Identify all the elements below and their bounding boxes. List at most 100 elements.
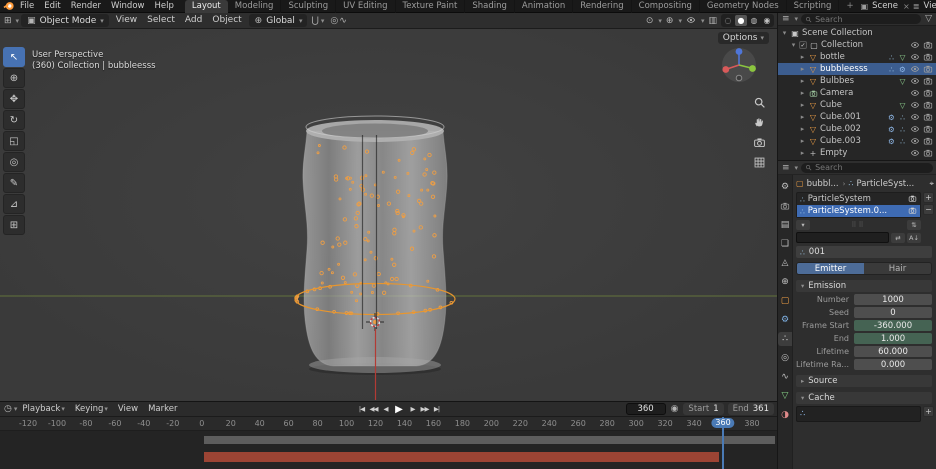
disclosure-icon[interactable]: ▸ <box>799 149 806 157</box>
properties-tab-modifiers[interactable]: ⚙ <box>778 313 792 327</box>
jump-to-start-button[interactable]: |◀ <box>356 403 367 415</box>
workspace-tab-animation[interactable]: Animation <box>515 0 574 13</box>
ruler-tick-300[interactable]: 300 <box>629 419 644 429</box>
gizmos-icon[interactable]: ⊕ <box>665 16 675 26</box>
timeline-menu-view[interactable]: View <box>113 403 143 416</box>
timeline-menu-keying[interactable]: Keying▾ <box>70 403 113 416</box>
workspace-tab-rendering[interactable]: Rendering <box>573 0 632 13</box>
camera-icon[interactable] <box>922 52 933 62</box>
timeline-menu-marker[interactable]: Marker <box>143 403 182 416</box>
outliner-editor-type-icon[interactable]: ≡ <box>781 14 791 24</box>
property-value-field[interactable]: -360.000 <box>854 320 932 331</box>
ruler-tick--20[interactable]: -20 <box>166 419 179 429</box>
properties-tab-view-layer[interactable]: ❏ <box>778 237 792 251</box>
zoom-icon[interactable] <box>752 95 766 109</box>
viewport-menu-select[interactable]: Select <box>142 14 180 27</box>
tool-move[interactable]: ✥ <box>3 89 25 109</box>
tool-select-box[interactable]: ↖ <box>3 47 25 67</box>
property-value-field[interactable]: 1000 <box>854 294 932 305</box>
play-button[interactable]: ▶ <box>392 403 406 415</box>
disclosure-icon[interactable]: ▸ <box>799 113 806 121</box>
properties-tab-scene[interactable]: ◬ <box>778 256 792 270</box>
ruler-tick-120[interactable]: 120 <box>368 419 383 429</box>
ruler-tick-20[interactable]: 20 <box>226 419 236 429</box>
outliner-row-bottle[interactable]: ▸ ▽ bottle ∴ ▽ <box>778 51 936 63</box>
collection-checkbox[interactable]: ✓ <box>799 41 807 49</box>
breadcrumb-object[interactable]: bubbl... <box>807 179 839 189</box>
disclosure-icon[interactable]: ▸ <box>799 89 806 97</box>
hair-button[interactable]: Hair <box>864 263 931 274</box>
toggle-ortho-icon[interactable] <box>752 155 766 169</box>
transform-orientation-dropdown[interactable]: ⊕ Global ▾ <box>248 14 308 27</box>
camera-icon[interactable] <box>922 40 933 50</box>
disclosure-icon[interactable]: ▸ <box>799 53 806 61</box>
blender-logo-icon[interactable] <box>3 1 15 12</box>
disclosure-icon[interactable]: ▸ <box>799 65 806 73</box>
object-visibility-icon[interactable]: ⊙ <box>645 16 655 26</box>
workspace-tab-geometry-nodes[interactable]: Geometry Nodes <box>700 0 787 13</box>
viewport-menu-add[interactable]: Add <box>180 14 207 27</box>
ruler-tick--100[interactable]: -100 <box>48 419 66 429</box>
emitter-button[interactable]: Emitter <box>797 263 864 274</box>
current-frame-field[interactable]: 360 <box>625 403 666 415</box>
camera-icon[interactable] <box>922 124 933 134</box>
property-value-field[interactable]: 1.000 <box>854 333 932 344</box>
editor-type-icon[interactable]: ⊞ <box>3 16 13 26</box>
tool-add-cube[interactable]: ⊞ <box>3 215 25 235</box>
ruler-tick-100[interactable]: 100 <box>339 419 354 429</box>
workspace-tab-layout[interactable]: Layout <box>184 0 228 13</box>
outliner-row-cube-003[interactable]: ▸ ▽ Cube.003 ⚙ ∴ <box>778 135 936 147</box>
prev-frame-button[interactable]: ◀ <box>380 403 391 415</box>
menu-render[interactable]: Render <box>66 0 106 13</box>
menu-window[interactable]: Window <box>106 0 150 13</box>
properties-editor-type-icon[interactable]: ≡ <box>781 163 791 173</box>
tool-cursor[interactable]: ⊕ <box>3 68 25 88</box>
outliner-row-cube-002[interactable]: ▸ ▽ Cube.002 ⚙ ∴ <box>778 123 936 135</box>
eye-icon[interactable] <box>909 148 920 158</box>
properties-tab-world[interactable]: ⊕ <box>778 275 792 289</box>
properties-tab-object-data[interactable]: ▽ <box>778 389 792 403</box>
outliner-search-input[interactable]: Search <box>801 14 922 24</box>
outliner-row-empty[interactable]: ▸ + Empty <box>778 147 936 159</box>
navigation-gizmo[interactable] <box>719 45 759 85</box>
tool-scale[interactable]: ◱ <box>3 131 25 151</box>
ruler-tick-80[interactable]: 80 <box>313 419 323 429</box>
properties-tab-output[interactable]: ▤ <box>778 218 792 232</box>
eye-icon[interactable] <box>909 136 920 146</box>
camera-icon[interactable] <box>922 100 933 110</box>
pan-hand-icon[interactable] <box>752 115 766 129</box>
property-value-field[interactable]: 60.000 <box>854 346 932 357</box>
particle-settings-datablock[interactable]: ∴ 001 <box>796 246 932 258</box>
ruler-tick--80[interactable]: -80 <box>79 419 92 429</box>
ruler-tick-320[interactable]: 320 <box>657 419 672 429</box>
tool-measure[interactable]: ⊿ <box>3 194 25 214</box>
menu-help[interactable]: Help <box>149 0 178 13</box>
ruler-tick-180[interactable]: 180 <box>455 419 470 429</box>
add-cache-button[interactable]: + <box>923 406 934 417</box>
camera-icon[interactable] <box>908 194 917 204</box>
pin-icon[interactable]: ⌖ <box>929 179 934 189</box>
ruler-tick--40[interactable]: -40 <box>137 419 150 429</box>
shading-solid-icon[interactable]: ● <box>735 15 747 26</box>
properties-tab-material[interactable]: ◑ <box>778 408 792 422</box>
particle-name-input[interactable] <box>796 232 889 243</box>
disclosure-icon[interactable]: ▸ <box>799 77 806 85</box>
workspace-tab-compositing[interactable]: Compositing <box>632 0 700 13</box>
ruler-tick-60[interactable]: 60 <box>284 419 294 429</box>
properties-tab-object[interactable]: ▢ <box>778 294 792 308</box>
outliner-row-bulbbes[interactable]: ▸ ▽ Bulbbes ▽ <box>778 75 936 87</box>
breadcrumb-data[interactable]: ParticleSyst... <box>857 179 915 189</box>
disclosure-icon[interactable]: ▾ <box>790 41 797 49</box>
eye-icon[interactable] <box>909 40 920 50</box>
view-layer-icon[interactable]: ≣ <box>913 2 920 11</box>
camera-icon[interactable] <box>908 206 917 216</box>
shading-material-icon[interactable]: ◍ <box>748 15 760 26</box>
camera-icon[interactable] <box>922 64 933 74</box>
properties-tab-constraints[interactable]: ∿ <box>778 370 792 384</box>
source-panel-header[interactable]: ▸ Source <box>796 375 932 387</box>
camera-view-icon[interactable] <box>752 135 766 149</box>
ruler-tick-240[interactable]: 240 <box>542 419 557 429</box>
eye-icon[interactable] <box>909 100 920 110</box>
prev-keyframe-button[interactable]: ◀◀ <box>368 403 379 415</box>
eye-icon[interactable] <box>909 124 920 134</box>
